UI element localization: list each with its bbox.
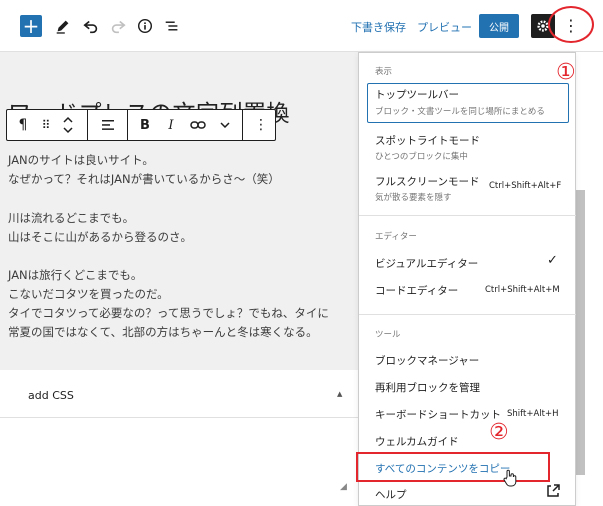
paragraph-line[interactable]: 山はそこに山があるから登るのさ。 [8,229,192,246]
keyboard-shortcuts-option[interactable]: キーボードショートカット [375,407,501,422]
resize-handle-icon[interactable]: ◢ [340,482,347,492]
pencil-icon [56,20,69,34]
menu-scrollbar[interactable] [575,190,585,475]
welcome-guide-option[interactable]: ウェルカムガイド [375,434,459,449]
move-up-down-button[interactable] [57,110,79,140]
chevron-up-down-icon [63,116,73,134]
code-editor-option[interactable]: コードエディター [375,283,458,298]
preview-link[interactable]: プレビュー [417,19,472,35]
redo-button[interactable] [107,15,129,37]
paragraph-line[interactable]: 川は流れるどこまでも。 [8,210,134,227]
list-view-button[interactable] [161,15,183,37]
bold-button[interactable]: B [134,110,156,140]
info-icon [137,18,153,34]
fullscreen-shortcut: Ctrl+Shift+Alt+F [489,181,562,191]
paragraph-line[interactable]: 常夏の国ではなくて、北部の方はちゃーんと冬は寒くなる。 [8,324,318,341]
drag-handle-icon[interactable]: ⠿ [37,110,55,140]
vertical-ellipsis-icon: ⋮ [254,117,268,133]
external-link-icon[interactable] [545,483,561,499]
meta-box-panel: add CSS ▲ ◢ [0,370,360,506]
hand-cursor-icon [502,469,518,487]
block-toolbar: ¶ ⠿ B I ⋮ [6,109,276,141]
toolbar-divider [242,110,243,140]
block-options-button[interactable]: ⋮ [250,110,272,140]
undo-button[interactable] [80,15,102,37]
details-button[interactable] [134,15,156,37]
spotlight-mode-option[interactable]: スポットライトモード [375,133,480,148]
link-button[interactable] [186,110,210,140]
meta-box-header[interactable]: add CSS ▲ [0,370,360,418]
align-left-icon [102,120,114,130]
fullscreen-mode-description: 気が散る要素を隠す [375,193,452,203]
more-formatting-button[interactable] [214,110,236,140]
annotation-highlight-box [356,452,550,482]
paragraph-line[interactable]: JANのサイトは良いサイト。 [8,152,154,169]
plus-icon: + [22,14,40,38]
reusable-blocks-option[interactable]: 再利用ブロックを管理 [375,380,480,395]
annotation-circle [548,6,594,43]
keyboard-shortcuts-shortcut: Shift+Alt+H [507,409,559,419]
toolbar-divider [87,110,88,140]
annotation-step-2: ② [489,420,509,445]
css-textarea[interactable] [12,420,348,500]
visual-editor-option[interactable]: ビジュアルエディター [375,256,478,271]
publish-button[interactable]: 公開 [479,14,519,38]
toolbar-divider [127,110,128,140]
view-group-label: 表示 [375,67,393,77]
list-view-icon [165,21,178,31]
checkmark-icon: ✓ [547,253,558,268]
help-option[interactable]: ヘルプ [375,487,407,502]
chevron-down-icon [220,122,230,129]
paragraph-block-icon[interactable]: ¶ [11,110,35,140]
meta-box-title: add CSS [28,389,74,402]
top-toolbar-description: ブロック・文書ツールを同じ場所にまとめる [375,107,545,117]
spotlight-mode-description: ひとつのブロックに集中 [375,152,468,162]
options-dropdown-menu: 表示 トップツールバー ブロック・文書ツールを同じ場所にまとめる スポットライト… [358,52,576,506]
paragraph-line[interactable]: タイでコタツって必要なの？って思うでしょ？でもね、タイに [8,305,329,322]
undo-icon [83,20,98,34]
add-block-button[interactable]: + [20,15,42,37]
fullscreen-mode-option[interactable]: フルスクリーンモード [375,174,479,189]
paragraph-line[interactable]: こないだコタツを買ったのだ。 [8,286,169,303]
annotation-step-1: ① [556,60,576,85]
redo-icon [111,20,126,34]
code-editor-shortcut: Ctrl+Shift+Alt+M [485,285,560,295]
save-draft-link[interactable]: 下書き保存 [351,19,406,35]
menu-divider [359,215,576,216]
collapse-arrow-icon[interactable]: ▲ [337,390,342,398]
paragraph-line[interactable]: JANは旅行くどこまでも。 [8,267,142,284]
paragraph-line[interactable]: なぜかって？それはJANが書いているからさ〜（笑） [8,171,280,188]
link-icon [190,121,206,129]
menu-divider [359,314,576,315]
top-toolbar-option[interactable]: トップツールバー [375,87,459,102]
edit-tool-button[interactable] [52,15,74,37]
align-button[interactable] [95,110,121,140]
editor-group-label: エディター [375,232,417,242]
italic-button[interactable]: I [160,110,182,140]
editor-top-toolbar: + 下書き保存 プレビュー 公開 ⋮ [0,0,603,52]
tools-group-label: ツール [375,330,401,340]
block-manager-option[interactable]: ブロックマネージャー [375,353,479,368]
